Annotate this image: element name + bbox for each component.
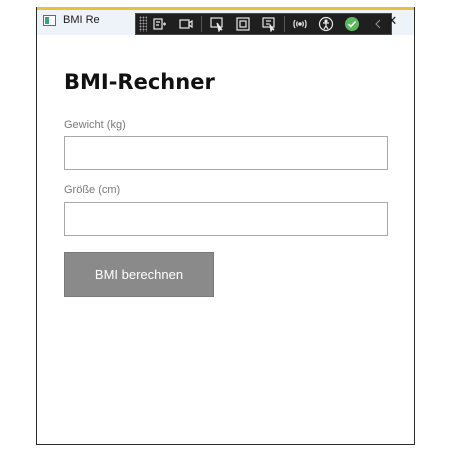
accessibility-icon[interactable]: [313, 14, 339, 34]
debug-accent-line: [37, 7, 414, 10]
close-icon: ✕: [386, 13, 398, 29]
height-input[interactable]: [64, 202, 388, 236]
weight-input[interactable]: [64, 136, 388, 170]
select-element-icon[interactable]: [204, 14, 230, 34]
record-icon[interactable]: [173, 14, 199, 34]
toolbar-separator: [201, 16, 202, 32]
page-title: BMI-Rechner: [64, 70, 215, 94]
live-visual-tree-icon[interactable]: [147, 14, 173, 34]
close-button[interactable]: ✕: [370, 7, 414, 35]
height-label: Größe (cm): [64, 184, 121, 196]
track-focused-element-icon[interactable]: [256, 14, 282, 34]
weight-label: Gewicht (kg): [64, 119, 126, 131]
runtime-debug-toolbar: [135, 13, 392, 35]
check-status-icon[interactable]: [339, 14, 365, 34]
toolbar-separator: [284, 16, 285, 32]
display-layout-adorners-icon[interactable]: [230, 14, 256, 34]
title-bar[interactable]: BMI Re ✕: [37, 7, 414, 35]
app-window: BMI Re ✕ BMI-Rechner Gewicht (kg) Größe …: [36, 7, 415, 445]
calculate-bmi-button[interactable]: BMI berechnen: [64, 252, 214, 297]
app-icon: [43, 15, 56, 26]
window-title: BMI Re: [63, 14, 100, 26]
toolbar-grip[interactable]: [139, 16, 147, 32]
hot-reload-icon[interactable]: [287, 14, 313, 34]
